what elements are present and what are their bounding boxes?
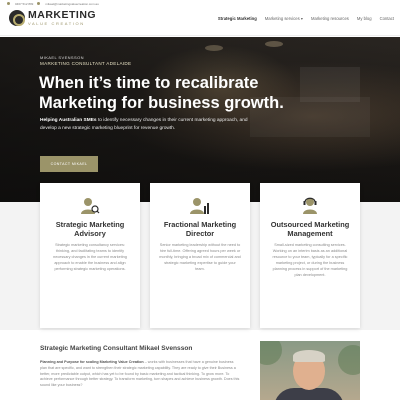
portrait-background: [338, 345, 360, 375]
about-body-text: – works with businesses that have a genu…: [40, 360, 240, 388]
nav-item-marketing-resources[interactable]: Marketing resources: [311, 16, 349, 21]
service-card-advisory[interactable]: Strategic Marketing Advisory Strategic m…: [40, 183, 140, 328]
hero-body: Helping Australian SMEs to identify nece…: [40, 117, 260, 132]
nav-item-strategic-marketing[interactable]: Strategic Marketing: [218, 16, 257, 21]
service-card-title: Fractional Marketing Director: [163, 220, 237, 238]
about-body-bold: Planning and Purpose for scaling Marketi…: [40, 360, 144, 364]
contact-bar: 0467 512 899 mikael@marketingvaluecreati…: [0, 0, 400, 7]
nav-item-my-blog[interactable]: My blog: [357, 16, 372, 21]
service-card-description: Small-sized marketing consulting service…: [272, 243, 348, 277]
nav-item-marketing-services[interactable]: Marketing services ▾: [265, 16, 303, 21]
service-card-description: Senior marketing leadership without the …: [159, 243, 241, 271]
hero-body-bold: Helping Australian SMEs: [40, 118, 97, 123]
email-address[interactable]: mikael@marketingvaluecreation.com.au: [45, 2, 98, 6]
about-title: Strategic Marketing Consultant Mikael Sv…: [40, 345, 193, 352]
hero-eyebrow-role: MARKETING CONSULTANT ADELAIDE: [40, 61, 132, 66]
site-logo[interactable]: MARKETING VALUE CREATION: [9, 10, 96, 26]
user-chart-icon: [190, 198, 209, 214]
service-card-title: Strategic Marketing Advisory: [55, 220, 125, 238]
portrait-hair: [293, 350, 325, 362]
about-body: Planning and Purpose for scaling Marketi…: [40, 360, 240, 389]
user-support-icon: [303, 197, 317, 214]
hero-section: MIKAEL SVENSSON MARKETING CONSULTANT ADE…: [0, 37, 400, 202]
hero-eyebrow-name: MIKAEL SVENSSON: [40, 55, 84, 60]
service-card-outsourced-management[interactable]: Outsourced Marketing Management Small-si…: [260, 183, 360, 328]
contact-mikael-button[interactable]: CONTACT MIKAEL: [40, 156, 98, 172]
phone-icon: [7, 2, 10, 5]
hero-title: When it’s time to recalibrate Marketing …: [39, 74, 284, 112]
nav-item-contact[interactable]: Contact: [380, 16, 394, 21]
logo-sub-text: VALUE CREATION: [28, 21, 85, 26]
portrait-background: [260, 341, 282, 365]
logo-mark-icon: [9, 10, 25, 26]
service-card-fractional-director[interactable]: Fractional Marketing Director Senior mar…: [150, 183, 250, 328]
site-header: MARKETING VALUE CREATION Strategic Marke…: [0, 7, 400, 36]
logo-main-text: MARKETING: [28, 9, 97, 21]
phone-number[interactable]: 0467 512 899: [15, 2, 33, 6]
consultant-portrait-photo: [260, 341, 360, 400]
service-card-description: Strategic marketing consultancy services…: [53, 243, 127, 271]
service-card-title: Outsourced Marketing Management: [270, 220, 350, 238]
email-icon: [37, 2, 41, 5]
main-nav: Strategic Marketing Marketing services ▾…: [218, 16, 394, 21]
user-search-icon: [81, 198, 100, 214]
